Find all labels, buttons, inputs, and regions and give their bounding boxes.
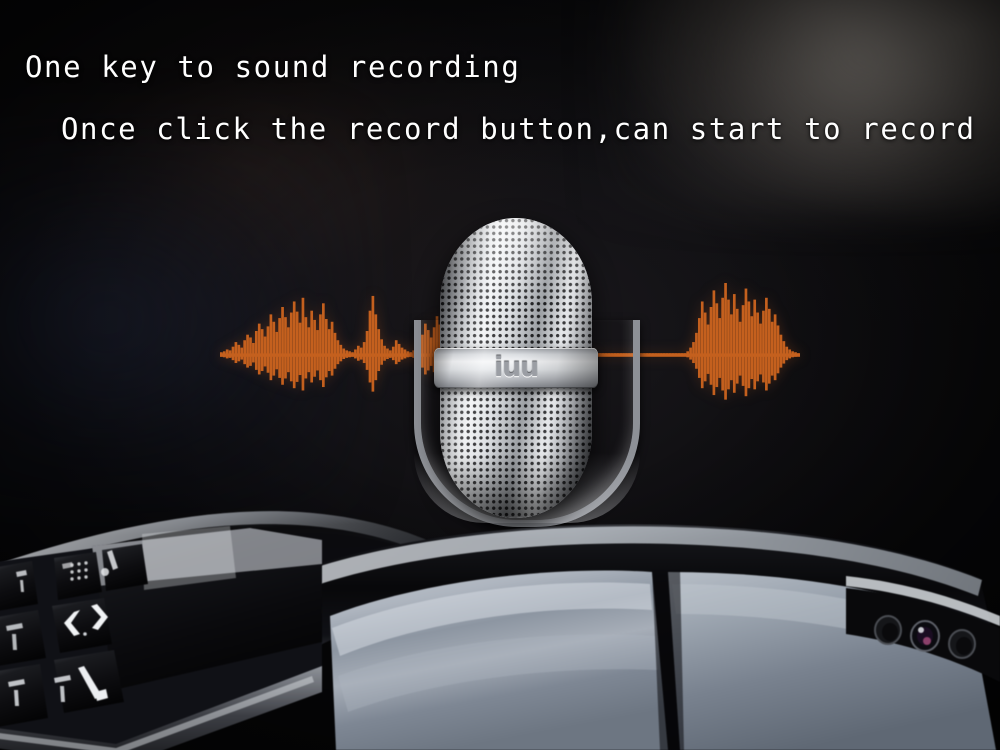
waveform-bar bbox=[773, 314, 777, 381]
page-title: One key to sound recording bbox=[25, 50, 521, 84]
waveform-bar bbox=[330, 321, 334, 376]
waveform-bar bbox=[237, 344, 241, 362]
waveform-bar bbox=[324, 319, 328, 378]
device-key[interactable] bbox=[0, 561, 38, 612]
waveform-bar bbox=[319, 314, 322, 381]
page-subtitle: Once click the record button,can start t… bbox=[61, 112, 976, 146]
waveform-bar bbox=[281, 307, 284, 385]
waveform-bar bbox=[298, 322, 302, 376]
waveform-bar bbox=[362, 342, 366, 364]
waveform-bar bbox=[779, 334, 783, 368]
waveform-bar bbox=[380, 339, 383, 365]
waveform-bar bbox=[750, 316, 754, 380]
waveform-bar bbox=[322, 303, 325, 388]
waveform-bar bbox=[738, 321, 742, 376]
waveform-bar bbox=[275, 331, 279, 370]
waveform-bar bbox=[252, 343, 255, 363]
waveform-bar bbox=[243, 340, 246, 365]
waveform-bar bbox=[762, 310, 765, 383]
waveform-bar bbox=[692, 342, 695, 364]
waveform-bar bbox=[706, 324, 710, 374]
waveform-bar bbox=[741, 305, 745, 386]
waveform-bar bbox=[313, 319, 316, 377]
waveform-bar bbox=[295, 311, 299, 382]
waveform-bar bbox=[724, 283, 727, 400]
waveform-bar bbox=[336, 340, 340, 365]
waveform-bar bbox=[747, 301, 751, 389]
microphone-brand-band: iuu bbox=[434, 348, 598, 388]
waveform-bar bbox=[735, 308, 739, 384]
waveform-bar bbox=[767, 308, 771, 384]
waveform-bar bbox=[695, 332, 698, 369]
waveform-bar bbox=[770, 321, 774, 376]
waveform-bar bbox=[292, 301, 296, 389]
waveform-bar bbox=[304, 317, 308, 379]
device-key-nav[interactable] bbox=[52, 598, 112, 653]
waveform-bar bbox=[333, 332, 337, 369]
waveform-bar bbox=[327, 329, 331, 372]
waveform-bar bbox=[289, 312, 293, 382]
waveform-bar bbox=[310, 310, 314, 383]
waveform-bar bbox=[263, 336, 267, 367]
waveform-bar bbox=[759, 323, 762, 375]
device-key[interactable] bbox=[0, 664, 48, 728]
waveform-bar bbox=[234, 342, 238, 364]
waveform-bar bbox=[254, 331, 258, 370]
waveform-bar bbox=[371, 295, 375, 392]
waveform-bar bbox=[730, 314, 733, 381]
waveform-bar bbox=[700, 301, 704, 389]
brand-logo: iuu bbox=[493, 351, 539, 383]
nav-center-dot-icon[interactable] bbox=[83, 632, 87, 636]
sunglasses-camera-lens-flare bbox=[923, 637, 931, 645]
waveform-bar bbox=[703, 312, 707, 382]
waveform-bar bbox=[765, 297, 768, 391]
waveform-bar bbox=[368, 310, 372, 383]
sunglasses-button-right-inner bbox=[956, 637, 972, 655]
waveform-bar bbox=[753, 299, 757, 390]
waveform-bar bbox=[756, 312, 759, 382]
waveform-bar bbox=[339, 344, 343, 362]
waveform-bar bbox=[257, 323, 261, 375]
waveform-bar bbox=[284, 317, 287, 379]
waveform-bar bbox=[249, 337, 252, 366]
waveform-bar bbox=[374, 314, 378, 381]
sunglasses-camera-lens-glint bbox=[918, 627, 924, 633]
sunglasses-button-left-inner bbox=[882, 623, 898, 641]
waveform-bar bbox=[715, 303, 719, 388]
waveform-bar bbox=[718, 318, 722, 378]
waveform-bar bbox=[356, 345, 360, 361]
waveform-bar bbox=[287, 327, 290, 373]
waveform-bar bbox=[383, 345, 386, 361]
waveform-bar bbox=[377, 329, 381, 372]
device-key[interactable] bbox=[0, 610, 46, 667]
waveform-bar bbox=[721, 297, 724, 391]
product-banner: One key to sound recording Once click th… bbox=[0, 0, 1000, 750]
keypad-phone-icon bbox=[0, 520, 322, 750]
waveform-bar bbox=[365, 331, 369, 370]
device-key[interactable] bbox=[54, 552, 102, 600]
waveform-bar bbox=[269, 314, 273, 381]
waveform-bar bbox=[316, 330, 319, 371]
waveform-bar bbox=[744, 288, 748, 397]
waveform-bar bbox=[301, 297, 305, 391]
device-key[interactable] bbox=[102, 544, 148, 591]
waveform-bar bbox=[697, 318, 701, 378]
waveform-bar bbox=[782, 341, 786, 364]
waveform-bar bbox=[266, 326, 270, 373]
waveform-bar bbox=[727, 299, 730, 390]
waveform-bar bbox=[712, 290, 716, 396]
waveform-bar bbox=[272, 321, 276, 376]
waveform-bar bbox=[394, 340, 398, 365]
waveform-bar bbox=[776, 325, 780, 374]
waveform-bar bbox=[307, 327, 311, 373]
waveform-bar bbox=[709, 307, 713, 385]
waveform-bar bbox=[246, 334, 249, 368]
waveform-bar bbox=[260, 329, 264, 372]
waveform-bar bbox=[732, 294, 736, 393]
waveform-bar bbox=[278, 318, 281, 378]
